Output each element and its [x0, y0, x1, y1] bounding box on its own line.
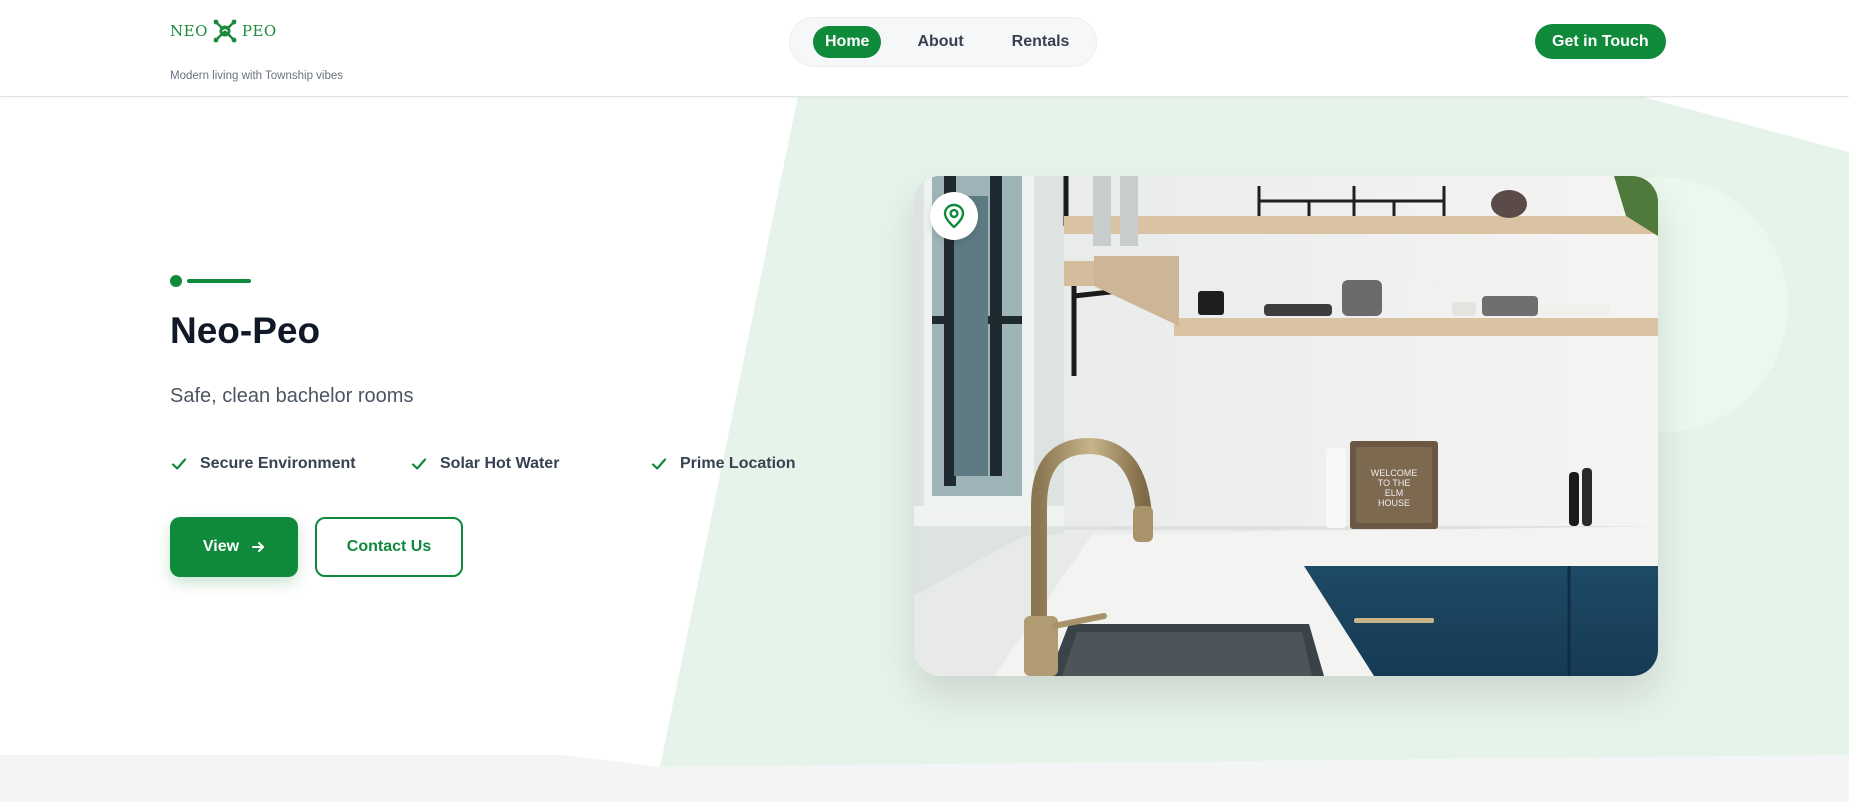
- map-pin-icon: [943, 203, 965, 229]
- hero-subtitle: Safe, clean bachelor rooms: [170, 385, 414, 407]
- accent-dot: [170, 275, 182, 287]
- feature-item: Prime Location: [650, 455, 796, 473]
- tagline: Modern living with Township vibes: [170, 70, 344, 82]
- hero-title: Neo-Peo: [170, 310, 321, 351]
- svg-text:ELM: ELM: [1385, 488, 1404, 498]
- feature-item: Solar Hot Water: [410, 455, 650, 473]
- location-badge[interactable]: [930, 192, 978, 240]
- contact-us-button[interactable]: Contact Us: [315, 517, 463, 577]
- logo-text-right: PEO: [241, 22, 277, 40]
- logo[interactable]: NEO PEO: [170, 14, 277, 48]
- nav-rentals[interactable]: Rentals: [1000, 26, 1082, 58]
- main-nav: Home About Rentals: [789, 17, 1097, 67]
- check-icon: [411, 458, 427, 470]
- view-button[interactable]: View: [170, 517, 298, 577]
- get-in-touch-button[interactable]: Get in Touch: [1535, 24, 1666, 59]
- site-header: NEO PEO Modern living with Township vibe…: [0, 0, 1849, 96]
- check-icon: [651, 458, 667, 470]
- check-icon: [171, 458, 187, 470]
- svg-text:WELCOME: WELCOME: [1371, 468, 1418, 478]
- svg-text:HOUSE: HOUSE: [1378, 498, 1410, 508]
- logo-mark-icon: [213, 19, 237, 43]
- nav-home[interactable]: Home: [813, 26, 882, 58]
- feature-label: Secure Environment: [200, 455, 356, 472]
- feature-item: Secure Environment: [170, 455, 410, 473]
- accent-line: [187, 279, 251, 283]
- feature-label: Solar Hot Water: [440, 455, 560, 472]
- feature-label: Prime Location: [680, 455, 796, 472]
- hero-image: WELCOME TO THE ELM HOUSE: [914, 176, 1658, 676]
- logo-text-left: NEO: [170, 22, 208, 40]
- svg-text:TO THE: TO THE: [1378, 478, 1411, 488]
- arrow-right-icon: [252, 542, 265, 552]
- nav-about[interactable]: About: [905, 26, 975, 58]
- feature-list: Secure Environment Solar Hot Water Prime…: [170, 455, 796, 473]
- view-button-label: View: [202, 538, 240, 555]
- title-accent: [170, 275, 251, 287]
